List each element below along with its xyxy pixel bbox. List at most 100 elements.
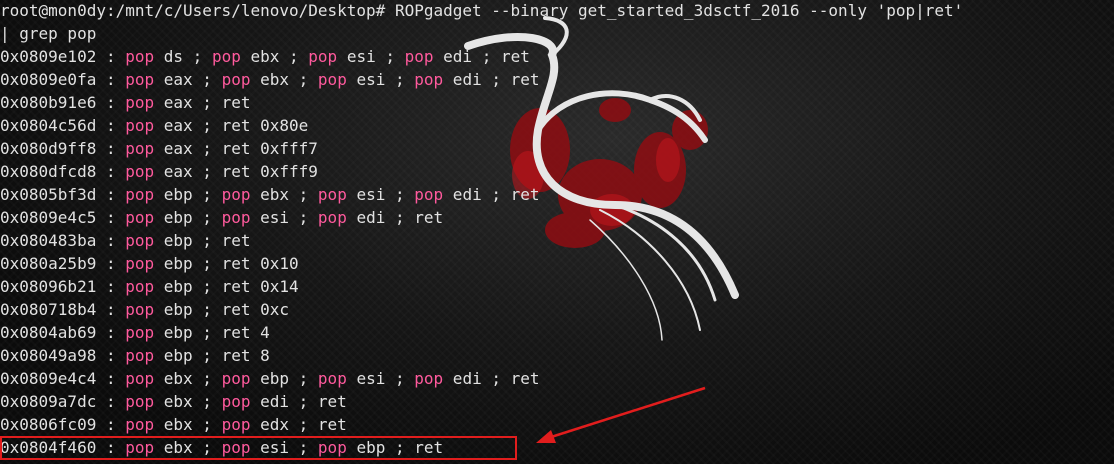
pop-keyword: pop [125, 277, 155, 296]
gadget-address: 0x0806fc09 [0, 415, 97, 434]
gadget-address: 0x0809e0fa [0, 70, 97, 89]
pop-keyword: pop [414, 70, 444, 89]
gadget-separator: : [96, 47, 126, 66]
pop-keyword: pop [125, 139, 155, 158]
gadget-separator: : [96, 116, 126, 135]
gadget-row: 0x080718b4 : pop ebp ; ret 0xc [0, 298, 1114, 321]
gadget-instructions: pop ebx ; pop edi ; ret [125, 392, 347, 411]
gadget-address: 0x0804ab69 [0, 323, 97, 342]
gadget-address: 0x080b91e6 [0, 93, 97, 112]
pop-keyword: pop [221, 392, 251, 411]
gadget-separator: : [96, 346, 126, 365]
command-line-continuation: | grep pop [0, 24, 97, 43]
pop-keyword: pop [317, 369, 347, 388]
pop-keyword: pop [125, 323, 155, 342]
pop-keyword: pop [125, 254, 155, 273]
terminal-window[interactable]: root@mon0dy:/mnt/c/Users/lenovo/Desktop#… [0, 0, 1114, 464]
gadget-row: 0x080b91e6 : pop eax ; ret [0, 91, 1114, 114]
pop-keyword: pop [125, 300, 155, 319]
pop-keyword: pop [221, 438, 251, 457]
gadget-separator: : [96, 415, 126, 434]
gadget-row: 0x0804ab69 : pop ebp ; ret 4 [0, 321, 1114, 344]
gadget-separator: : [96, 277, 126, 296]
gadget-instructions: pop ebp ; pop esi ; pop edi ; ret [125, 208, 444, 227]
gadget-instructions: pop ebp ; ret 0x14 [125, 277, 299, 296]
pop-keyword: pop [125, 116, 155, 135]
gadget-row: 0x08096b21 : pop ebp ; ret 0x14 [0, 275, 1114, 298]
gadget-instructions: pop ebp ; ret 0x10 [125, 254, 299, 273]
gadget-row: 0x0809e4c5 : pop ebp ; pop esi ; pop edi… [0, 206, 1114, 229]
gadget-instructions: pop ds ; pop ebx ; pop esi ; pop edi ; r… [125, 47, 530, 66]
gadget-address: 0x08096b21 [0, 277, 97, 296]
pop-keyword: pop [125, 415, 155, 434]
pop-keyword: pop [125, 185, 155, 204]
pop-keyword: pop [125, 47, 155, 66]
pop-keyword: pop [414, 185, 444, 204]
pop-keyword: pop [317, 185, 347, 204]
gadget-separator: : [96, 369, 126, 388]
gadget-address: 0x0809e102 [0, 47, 97, 66]
gadget-instructions: pop ebp ; ret [125, 231, 251, 250]
pop-keyword: pop [125, 162, 155, 181]
pop-keyword: pop [125, 93, 155, 112]
gadget-row: 0x0804c56d : pop eax ; ret 0x80e [0, 114, 1114, 137]
gadget-row: 0x0806fc09 : pop ebx ; pop edx ; ret [0, 413, 1114, 436]
gadget-separator: : [96, 300, 126, 319]
pop-keyword: pop [308, 47, 338, 66]
gadget-row: 0x080a25b9 : pop ebp ; ret 0x10 [0, 252, 1114, 275]
pop-keyword: pop [221, 185, 251, 204]
gadget-row: 0x0809e4c4 : pop ebx ; pop ebp ; pop esi… [0, 367, 1114, 390]
pop-keyword: pop [125, 346, 155, 365]
pop-keyword: pop [125, 231, 155, 250]
gadget-address: 0x080718b4 [0, 300, 97, 319]
pop-keyword: pop [317, 208, 347, 227]
terminal-output: root@mon0dy:/mnt/c/Users/lenovo/Desktop#… [0, 0, 1114, 459]
gadget-instructions: pop ebp ; ret 0xc [125, 300, 289, 319]
gadget-row: 0x0809a7dc : pop ebx ; pop edi ; ret [0, 390, 1114, 413]
gadget-address: 0x080a25b9 [0, 254, 97, 273]
pop-keyword: pop [317, 438, 347, 457]
gadget-separator: : [96, 438, 126, 457]
gadget-instructions: pop ebp ; ret 4 [125, 323, 270, 342]
gadget-separator: : [96, 185, 126, 204]
gadget-row-highlighted: 0x0804f460 : pop ebx ; pop esi ; pop ebp… [0, 436, 1114, 459]
gadget-address: 0x0809a7dc [0, 392, 97, 411]
gadget-row: 0x0809e102 : pop ds ; pop ebx ; pop esi … [0, 45, 1114, 68]
gadget-row: 0x080dfcd8 : pop eax ; ret 0xfff9 [0, 160, 1114, 183]
pop-keyword: pop [125, 208, 155, 227]
pop-keyword: pop [125, 392, 155, 411]
gadget-separator: : [96, 208, 126, 227]
gadget-instructions: pop ebx ; pop ebp ; pop esi ; pop edi ; … [125, 369, 540, 388]
gadget-instructions: pop eax ; ret 0x80e [125, 116, 309, 135]
gadget-address: 0x080dfcd8 [0, 162, 97, 181]
gadget-separator: : [96, 139, 126, 158]
gadget-separator: : [96, 231, 126, 250]
gadget-address: 0x0809e4c5 [0, 208, 97, 227]
gadget-separator: : [96, 93, 126, 112]
gadget-address: 0x080d9ff8 [0, 139, 97, 158]
gadget-row: 0x08049a98 : pop ebp ; ret 8 [0, 344, 1114, 367]
pop-keyword: pop [221, 70, 251, 89]
pop-keyword: pop [317, 70, 347, 89]
gadget-address: 0x0805bf3d [0, 185, 97, 204]
gadget-address: 0x08049a98 [0, 346, 97, 365]
gadget-row: 0x0805bf3d : pop ebp ; pop ebx ; pop esi… [0, 183, 1114, 206]
gadget-address: 0x0809e4c4 [0, 369, 97, 388]
pop-keyword: pop [414, 369, 444, 388]
gadget-separator: : [96, 392, 126, 411]
pop-keyword: pop [221, 208, 251, 227]
gadget-row: 0x0809e0fa : pop eax ; pop ebx ; pop esi… [0, 68, 1114, 91]
gadget-instructions: pop ebx ; pop edx ; ret [125, 415, 347, 434]
gadget-instructions: pop ebp ; ret 8 [125, 346, 270, 365]
command-line: root@mon0dy:/mnt/c/Users/lenovo/Desktop#… [0, 1, 964, 20]
gadget-row: 0x080d9ff8 : pop eax ; ret 0xfff7 [0, 137, 1114, 160]
gadget-separator: : [96, 323, 126, 342]
gadget-instructions: pop eax ; ret 0xfff9 [125, 162, 318, 181]
pop-keyword: pop [125, 369, 155, 388]
pop-keyword: pop [211, 47, 241, 66]
gadget-address: 0x0804f460 [0, 438, 97, 457]
gadget-instructions: pop eax ; ret 0xfff7 [125, 139, 318, 158]
pop-keyword: pop [221, 369, 251, 388]
pop-keyword: pop [125, 70, 155, 89]
gadget-instructions: pop eax ; pop ebx ; pop esi ; pop edi ; … [125, 70, 540, 89]
